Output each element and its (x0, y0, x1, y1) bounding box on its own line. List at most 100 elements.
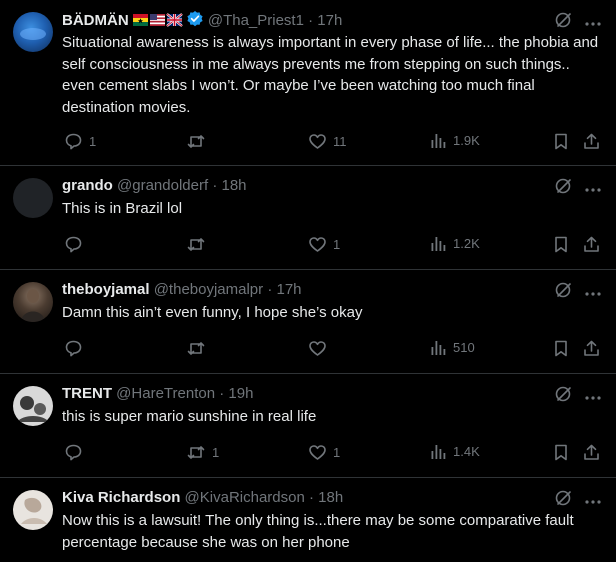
repost-button[interactable] (186, 339, 212, 358)
views-count: 510 (453, 340, 475, 355)
author-name[interactable]: grando (62, 177, 113, 194)
views-button[interactable]: 510 (430, 339, 475, 356)
uk-flag-icon (165, 13, 183, 27)
timestamp[interactable]: 18h (318, 489, 343, 506)
views-icon (431, 134, 446, 148)
tweet-actions: 1 1 1.4K (62, 443, 604, 465)
reply-button[interactable] (64, 443, 89, 462)
views-count: 1.4K (453, 444, 480, 459)
tweet[interactable]: Kiva Richardson @KivaRichardson · 18h No… (0, 478, 616, 562)
tweet[interactable]: grando @grandolderf · 18h This is in Bra… (0, 166, 616, 270)
timestamp[interactable]: 19h (228, 385, 253, 402)
tweet-text: Now this is a lawsuit! The only thing is… (62, 512, 574, 551)
author-handle[interactable]: @Tha_Priest1 (208, 12, 304, 29)
share-icon (584, 133, 599, 149)
bookmark-icon (555, 236, 567, 253)
share-button[interactable] (582, 132, 601, 151)
more-icon[interactable] (584, 180, 602, 198)
author-handle[interactable]: @KivaRichardson (185, 489, 305, 506)
reply-feed: BÄDMÄN @Tha_Priest1 · 17h Situational aw… (0, 0, 616, 562)
avatar[interactable] (13, 386, 53, 426)
tweet-actions: 1 1.2K (62, 235, 604, 257)
tweet-header: Kiva Richardson @KivaRichardson · 18h (62, 488, 546, 508)
author-handle[interactable]: @theboyjamalpr (154, 281, 263, 298)
author-name[interactable]: theboyjamal (62, 281, 150, 298)
author-name[interactable]: BÄDMÄN (62, 12, 129, 29)
more-icon[interactable] (584, 284, 602, 302)
tweet-header: TRENT @HareTrenton · 19h (62, 384, 546, 404)
tweet[interactable]: BÄDMÄN @Tha_Priest1 · 17h Situational aw… (0, 0, 616, 166)
views-icon (431, 341, 446, 355)
repost-icon (187, 446, 205, 459)
views-count: 1.2K (453, 236, 480, 251)
tweet-text: Damn this ain’t even funny, I hope she’s… (62, 304, 363, 321)
repost-count: 1 (212, 445, 220, 460)
like-button[interactable] (308, 339, 333, 358)
tweet-actions: 1 11 1.9K (62, 132, 604, 154)
like-icon (309, 341, 326, 356)
share-button[interactable] (582, 339, 601, 358)
more-icon[interactable] (584, 388, 602, 406)
reply-count: 1 (89, 134, 97, 149)
like-button[interactable]: 11 (308, 132, 347, 151)
avatar-image (21, 289, 45, 322)
like-button[interactable]: 1 (308, 235, 340, 254)
share-icon (584, 340, 599, 356)
share-icon (584, 236, 599, 252)
author-name[interactable]: TRENT (62, 385, 112, 402)
avatar-image (21, 497, 47, 524)
views-count: 1.9K (453, 133, 480, 148)
reply-button[interactable]: 1 (64, 132, 96, 151)
bookmark-button[interactable] (552, 339, 570, 358)
timestamp[interactable]: 18h (221, 177, 246, 194)
separator-dot: · (212, 177, 218, 194)
repost-icon (187, 238, 205, 251)
views-button[interactable]: 1.2K (430, 235, 480, 252)
bookmark-button[interactable] (552, 443, 570, 462)
views-icon (431, 445, 446, 459)
views-button[interactable]: 1.4K (430, 443, 480, 460)
repost-icon (187, 342, 205, 355)
reply-button[interactable] (64, 235, 89, 254)
like-icon (309, 237, 326, 252)
repost-button[interactable]: 1 (186, 443, 219, 462)
timestamp[interactable]: 17h (317, 12, 342, 29)
author-handle[interactable]: @grandolderf (117, 177, 208, 194)
avatar[interactable] (13, 178, 53, 218)
reply-icon (65, 444, 82, 461)
avatar-image (17, 396, 49, 422)
bookmark-button[interactable] (552, 132, 570, 151)
flag-emojis (132, 13, 183, 33)
reply-button[interactable] (64, 339, 89, 358)
author-handle[interactable]: @HareTrenton (116, 385, 215, 402)
avatar[interactable] (13, 12, 53, 52)
views-icon (431, 237, 446, 251)
tweet-text: Situational awareness is always importan… (62, 34, 599, 116)
tweet-text: this is super mario sunshine in real lif… (62, 408, 317, 425)
bookmark-button[interactable] (552, 235, 570, 254)
separator-dot: · (309, 489, 314, 506)
more-icon[interactable] (584, 492, 602, 510)
avatar[interactable] (13, 490, 53, 530)
tweet[interactable]: TRENT @HareTrenton · 19h this is super m… (0, 374, 616, 478)
like-icon (309, 445, 326, 460)
like-icon (309, 134, 326, 149)
share-button[interactable] (582, 235, 601, 254)
tweet-header: theboyjamal @theboyjamalpr · 17h (62, 280, 546, 300)
share-button[interactable] (582, 443, 601, 462)
author-name[interactable]: Kiva Richardson (62, 489, 180, 506)
repost-button[interactable] (186, 132, 212, 151)
tweet-header: BÄDMÄN @Tha_Priest1 · 17h (62, 10, 546, 34)
repost-button[interactable] (186, 235, 212, 254)
views-button[interactable]: 1.9K (430, 132, 480, 149)
separator-dot: · (308, 12, 314, 29)
timestamp[interactable]: 17h (277, 281, 302, 298)
verified-badge-icon (186, 10, 204, 34)
bookmark-icon (555, 133, 567, 150)
like-button[interactable]: 1 (308, 443, 340, 462)
tweet[interactable]: theboyjamal @theboyjamalpr · 17h Damn th… (0, 270, 616, 374)
us-flag-icon (149, 14, 165, 26)
reply-icon (65, 340, 82, 357)
more-icon[interactable] (584, 14, 602, 32)
avatar[interactable] (13, 282, 53, 322)
